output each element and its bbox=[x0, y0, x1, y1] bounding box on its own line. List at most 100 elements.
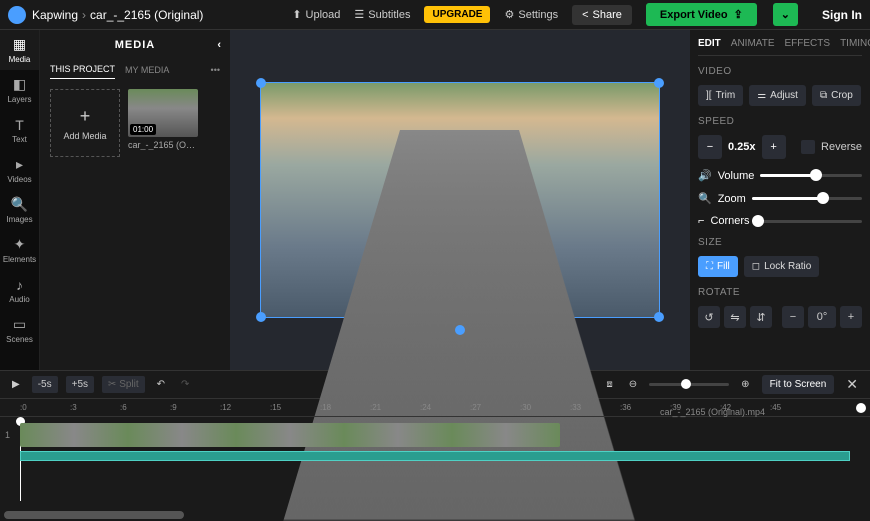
redo-button[interactable]: ↷ bbox=[177, 377, 193, 392]
collapse-icon[interactable]: ‹ bbox=[217, 39, 222, 51]
export-dropdown[interactable]: ⌄ bbox=[773, 3, 798, 26]
text-icon: T bbox=[15, 117, 24, 133]
flip-v-button[interactable]: ⇵ bbox=[750, 306, 772, 328]
layers-icon: ◧ bbox=[13, 76, 26, 93]
subtitles-button[interactable]: ☰Subtitles bbox=[354, 8, 410, 21]
sidetab-images[interactable]: 🔍Images bbox=[0, 190, 39, 230]
close-timeline-button[interactable]: ✕ bbox=[842, 374, 862, 395]
videos-icon: ▸ bbox=[16, 156, 23, 173]
sidetab-audio[interactable]: ♪Audio bbox=[0, 270, 39, 310]
audio-icon: ♪ bbox=[16, 277, 23, 293]
volume-slider[interactable] bbox=[760, 174, 862, 177]
signin-button[interactable]: Sign In bbox=[822, 8, 862, 22]
zoom-in-button[interactable]: ⊕ bbox=[737, 377, 753, 392]
split-label: Split bbox=[119, 379, 138, 390]
resize-handle-bl[interactable] bbox=[256, 312, 266, 322]
minus-button[interactable]: − bbox=[782, 306, 804, 328]
media-title: MEDIA bbox=[115, 39, 155, 51]
clip-filename: car_-_2165 (Original).mp4 bbox=[660, 407, 765, 417]
reverse-checkbox[interactable] bbox=[801, 140, 815, 154]
more-icon[interactable]: ••• bbox=[211, 65, 220, 75]
export-label: Export Video bbox=[660, 9, 728, 21]
export-button[interactable]: Export Video ⇪ bbox=[646, 3, 757, 26]
tab-effects[interactable]: EFFECTS bbox=[785, 38, 831, 49]
resize-handle-tl[interactable] bbox=[256, 78, 266, 88]
zoom-icon: 🔍 bbox=[698, 192, 712, 205]
timeline-tracks[interactable]: 1 car_-_2165 (Original).mp4 bbox=[0, 421, 870, 501]
timeline-zoom-slider[interactable] bbox=[649, 383, 729, 386]
tab-timing[interactable]: TIMING bbox=[840, 38, 870, 49]
lock-ratio-button[interactable]: ◻Lock Ratio bbox=[744, 256, 820, 277]
resize-handle-tr[interactable] bbox=[654, 78, 664, 88]
trim-icon: ]͏[ bbox=[706, 90, 712, 101]
file-name[interactable]: car_-_2165 (Original) bbox=[90, 8, 203, 22]
sidetab-media[interactable]: ▦ Media bbox=[0, 30, 39, 70]
lock-icon: ◻ bbox=[752, 261, 760, 272]
sidetab-label: Videos bbox=[7, 175, 31, 184]
sidetab-elements[interactable]: ✦Elements bbox=[0, 230, 39, 270]
resize-handle-br[interactable] bbox=[654, 312, 664, 322]
app-logo[interactable] bbox=[8, 6, 26, 24]
fill-button[interactable]: ⛶Fill bbox=[698, 256, 738, 277]
settings-button[interactable]: ⚙Settings bbox=[504, 8, 558, 21]
corners-label: Corners bbox=[710, 215, 749, 227]
adjust-label: Adjust bbox=[770, 90, 798, 101]
sidetab-scenes[interactable]: ▭Scenes bbox=[0, 310, 39, 350]
right-panel: EDIT ANIMATE EFFECTS TIMING VIDEO ]͏[ Tri… bbox=[690, 30, 870, 370]
video-section-label: VIDEO bbox=[698, 66, 862, 77]
media-panel: MEDIA ‹ THIS PROJECT MY MEDIA ••• + Add … bbox=[40, 30, 230, 370]
tab-animate[interactable]: ANIMATE bbox=[731, 38, 775, 49]
app-name[interactable]: Kapwing bbox=[32, 8, 78, 22]
fit-screen-button[interactable]: Fit to Screen bbox=[762, 375, 835, 394]
canvas[interactable] bbox=[230, 30, 690, 370]
split-button[interactable]: ✂ Split bbox=[102, 376, 145, 393]
upgrade-button[interactable]: UPGRADE bbox=[424, 6, 490, 23]
clip-thumbnail: 01:00 bbox=[128, 89, 198, 137]
track-1[interactable]: 1 car_-_2165 (Original).mp4 bbox=[20, 421, 870, 449]
undo-button[interactable]: ↶ bbox=[153, 377, 169, 392]
trim-button[interactable]: ]͏[ Trim bbox=[698, 85, 743, 106]
share-button[interactable]: <Share bbox=[572, 5, 632, 25]
ruler-end-handle[interactable] bbox=[856, 403, 866, 413]
speed-decrease[interactable]: − bbox=[698, 135, 722, 159]
play-button[interactable]: ▶ bbox=[8, 377, 24, 392]
flip-h-button[interactable]: ⇋ bbox=[724, 306, 746, 328]
upload-button[interactable]: ⬆Upload bbox=[292, 8, 340, 21]
upload-label: Upload bbox=[306, 9, 341, 21]
media-icon: ▦ bbox=[13, 36, 26, 53]
sidetab-text[interactable]: TText bbox=[0, 110, 39, 150]
video-clip-strip[interactable] bbox=[20, 423, 560, 447]
add-media-button[interactable]: + Add Media bbox=[50, 89, 120, 157]
sidetab-label: Scenes bbox=[6, 335, 33, 344]
share-icon: < bbox=[582, 9, 588, 21]
sidetab-label: Layers bbox=[7, 95, 31, 104]
corners-slider[interactable] bbox=[756, 220, 862, 223]
export-icon: ⇪ bbox=[734, 8, 743, 21]
zoom-out-button[interactable]: ⊖ bbox=[625, 377, 641, 392]
zoom-slider[interactable] bbox=[752, 197, 862, 200]
audio-clip-strip[interactable] bbox=[20, 451, 850, 461]
back-5s-button[interactable]: -5s bbox=[32, 376, 58, 393]
tab-this-project[interactable]: THIS PROJECT bbox=[50, 60, 115, 79]
angle-value[interactable]: 0° bbox=[808, 306, 836, 328]
crop-label: Crop bbox=[831, 90, 853, 101]
sidetab-label: Media bbox=[9, 55, 31, 64]
adjust-button[interactable]: ⚌Adjust bbox=[749, 85, 806, 106]
rotate-handle[interactable] bbox=[455, 325, 465, 335]
trim-label: Trim bbox=[716, 90, 736, 101]
speed-increase[interactable]: + bbox=[762, 135, 786, 159]
add-media-label: Add Media bbox=[63, 131, 106, 141]
crop-button[interactable]: ⧉Crop bbox=[812, 85, 861, 106]
media-clip[interactable]: 01:00 car_-_2165 (Ori... bbox=[128, 89, 198, 157]
sidetab-layers[interactable]: ◧ Layers bbox=[0, 70, 39, 110]
tab-my-media[interactable]: MY MEDIA bbox=[125, 61, 169, 79]
plus-button[interactable]: + bbox=[840, 306, 862, 328]
video-frame[interactable] bbox=[260, 82, 660, 318]
rotate-left-button[interactable]: ↺ bbox=[698, 306, 720, 328]
timeline-scrollbar[interactable] bbox=[4, 511, 184, 519]
tab-edit[interactable]: EDIT bbox=[698, 38, 721, 49]
ruler-tick: :27 bbox=[470, 403, 520, 412]
fwd-5s-button[interactable]: +5s bbox=[66, 376, 94, 393]
magnet-button[interactable]: ⧈ bbox=[602, 377, 616, 392]
sidetab-videos[interactable]: ▸ Videos bbox=[0, 150, 39, 190]
